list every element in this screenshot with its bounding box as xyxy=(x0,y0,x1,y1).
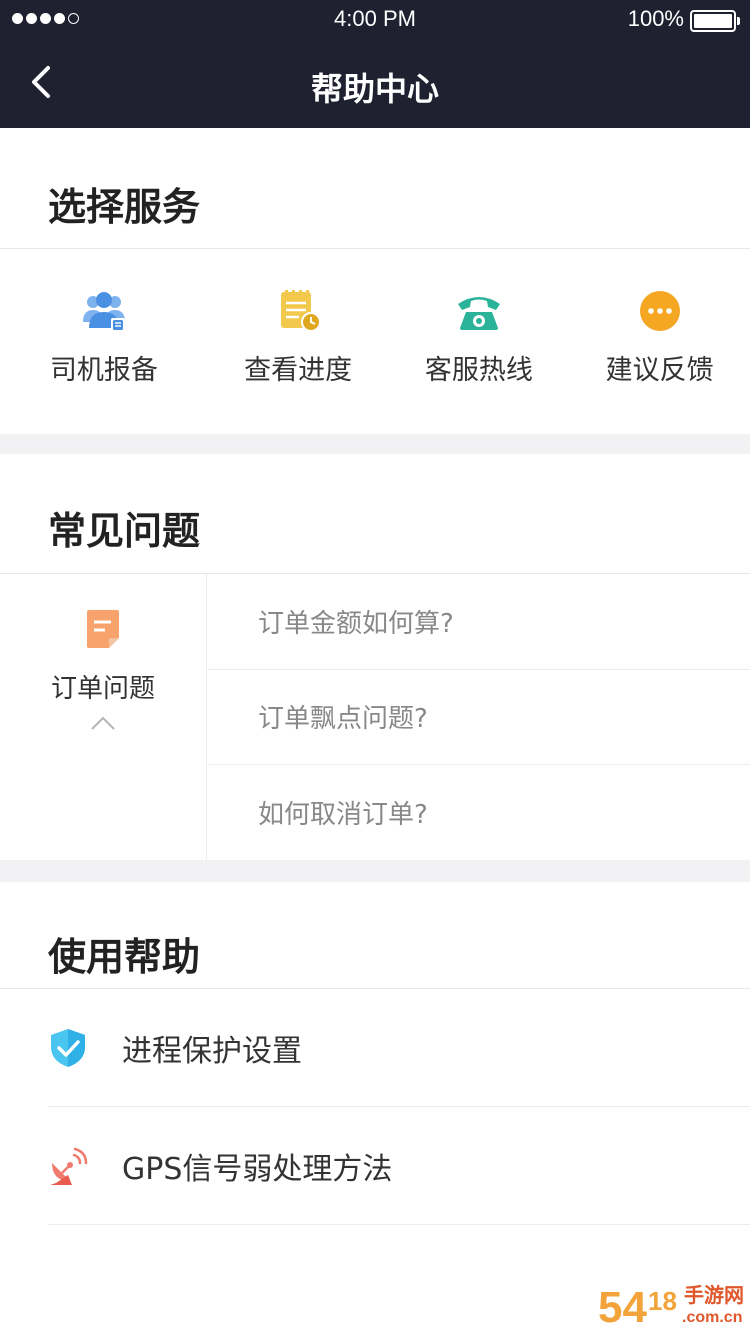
help-item-process-protection[interactable]: 进程保护设置 xyxy=(48,989,750,1107)
faq-category-order[interactable]: 订单问题 xyxy=(0,574,207,860)
faq-question[interactable]: 订单金额如何算? xyxy=(208,574,750,670)
feedback-icon xyxy=(639,291,680,331)
header: 4:00 PM 100% 帮助中心 xyxy=(0,0,750,128)
shield-check-icon xyxy=(51,1028,85,1067)
chevron-up-icon xyxy=(91,716,115,730)
page-title: 帮助中心 xyxy=(310,70,439,108)
watermark-logo: 54 18 手游网 .com.cn xyxy=(598,1283,744,1330)
service-driver-report[interactable]: 司机报备 xyxy=(0,278,208,387)
faq-category-label: 订单问题 xyxy=(50,674,155,704)
order-document-icon xyxy=(87,610,119,648)
service-hotline[interactable]: 客服热线 xyxy=(388,278,569,387)
service-view-progress[interactable]: 查看进度 xyxy=(208,278,389,387)
section-gap xyxy=(0,434,750,454)
help-item-label: GPS信号弱处理方法 xyxy=(122,1151,393,1187)
service-label: 客服热线 xyxy=(424,355,533,386)
divider xyxy=(0,248,750,249)
nav-bar: 帮助中心 xyxy=(0,40,750,128)
status-bar: 4:00 PM 100% xyxy=(0,0,750,40)
select-service-section: 选择服务 司机报备 查看进度 客服热线 建议反馈 xyxy=(0,128,750,434)
section-title: 选择服务 xyxy=(48,185,201,229)
svg-text:54: 54 xyxy=(598,1283,647,1330)
service-label: 司机报备 xyxy=(49,355,158,386)
section-gap xyxy=(0,860,750,882)
driver-report-icon xyxy=(82,292,125,332)
help-list: 进程保护设置 GPS信号弱处理方法 xyxy=(48,989,750,1225)
faq-question[interactable]: 如何取消订单? xyxy=(208,765,750,861)
svg-text:手游网: 手游网 xyxy=(684,1283,744,1307)
service-feedback[interactable]: 建议反馈 xyxy=(569,278,750,387)
battery-percent: 100% xyxy=(627,6,684,31)
section-title: 使用帮助 xyxy=(48,935,201,979)
faq-question[interactable]: 订单飘点问题? xyxy=(208,670,750,765)
progress-icon xyxy=(281,290,322,332)
satellite-dish-icon xyxy=(50,1147,88,1185)
svg-text:.com.cn: .com.cn xyxy=(682,1309,742,1326)
phone-icon xyxy=(457,297,500,330)
service-grid: 司机报备 查看进度 客服热线 建议反馈 xyxy=(0,278,750,387)
section-title: 常见问题 xyxy=(48,509,201,553)
service-label: 查看进度 xyxy=(244,355,353,386)
service-label: 建议反馈 xyxy=(605,355,714,386)
faq-list: 订单金额如何算? 订单飘点问题? 如何取消订单? xyxy=(208,574,750,861)
help-item-label: 进程保护设置 xyxy=(122,1033,302,1069)
usage-help-section: 使用帮助 进程保护设置 GPS信号弱处理方法 xyxy=(0,882,750,1334)
svg-text:18: 18 xyxy=(648,1286,677,1316)
battery-icon xyxy=(690,10,740,32)
faq-section: 常见问题 订单问题 订单金额如何算? 订单飘点问题? 如何取消订单? xyxy=(0,454,750,860)
help-item-gps-weak[interactable]: GPS信号弱处理方法 xyxy=(48,1107,750,1225)
